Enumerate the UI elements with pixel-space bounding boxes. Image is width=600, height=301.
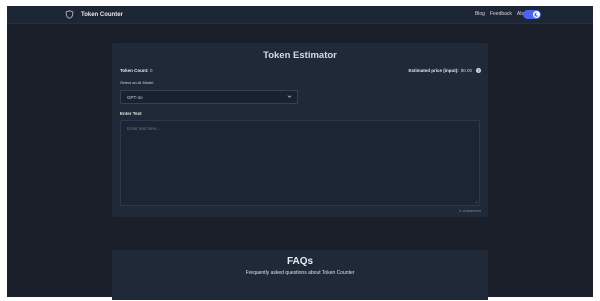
price-value: $0.00 — [460, 68, 472, 73]
model-selected-value: GPT-4o — [127, 95, 143, 100]
token-count: Token Count: 0 — [120, 68, 152, 73]
shield-icon — [65, 10, 74, 19]
character-count: 0 characters — [458, 208, 481, 213]
model-select[interactable]: GPT-4o — [120, 90, 298, 104]
text-input-placeholder: Enter text here... — [127, 126, 161, 131]
info-icon[interactable]: ? — [476, 68, 481, 73]
model-label: Select an AI Model — [120, 80, 154, 85]
text-label: Enter Text — [120, 111, 142, 116]
brand[interactable]: Token Counter — [65, 9, 123, 20]
resize-handle-icon[interactable] — [474, 200, 478, 204]
navbar: Token Counter Blog Feedback About — [7, 6, 593, 24]
estimated-price: Estimated price (input): $0.00 ? — [408, 68, 481, 73]
toggle-knob — [533, 11, 540, 18]
brand-name: Token Counter — [81, 11, 123, 18]
moon-icon — [534, 12, 539, 17]
nav-links: Blog Feedback About — [470, 11, 530, 17]
text-input[interactable]: Enter text here... — [120, 120, 480, 206]
price-label: Estimated price (input): — [408, 68, 459, 73]
card-title: Token Estimator — [263, 50, 337, 61]
nav-link-feedback[interactable]: Feedback — [490, 11, 512, 17]
faq-subtitle: Frequently asked questions about Token C… — [245, 270, 355, 276]
nav-link-blog[interactable]: Blog — [475, 11, 485, 17]
theme-toggle[interactable] — [523, 10, 541, 19]
token-estimator-card: Token Estimator Token Count: 0 Estimated… — [112, 43, 488, 217]
token-count-label: Token Count: — [120, 68, 149, 73]
faq-section: FAQs Frequently asked questions about To… — [112, 250, 488, 300]
chevron-down-icon — [287, 95, 292, 98]
faq-title: FAQs — [286, 256, 314, 267]
token-count-value: 0 — [149, 68, 153, 73]
